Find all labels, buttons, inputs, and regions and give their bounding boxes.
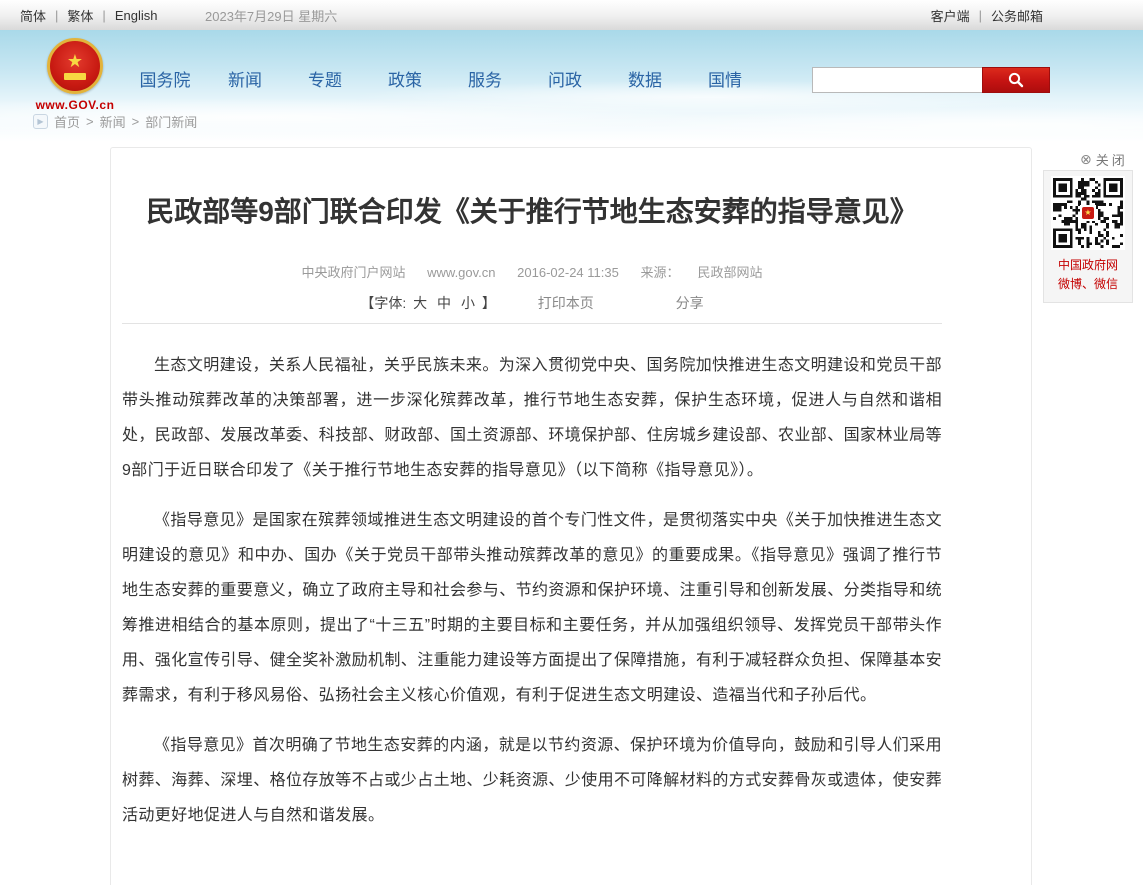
breadcrumb-home[interactable]: 首页 xyxy=(54,112,80,131)
article-meta: 中央政府门户网站 www.gov.cn 2016-02-24 11:35 来源：… xyxy=(122,262,942,281)
font-size-control: 【字体: 大 中 小 】 xyxy=(360,295,499,311)
publish-datetime: 2016-02-24 11:35 xyxy=(517,265,619,280)
divider: | xyxy=(979,8,982,23)
article-title: 民政部等9部门联合印发《关于推行节地生态安葬的指导意见》 xyxy=(122,180,942,243)
main-nav: 国务院 新闻 专题 政策 服务 问政 数据 国情 xyxy=(125,66,765,91)
font-size-suffix: 】 xyxy=(482,295,496,311)
breadcrumb-separator: > xyxy=(132,114,140,129)
qr-center-emblem: ★ xyxy=(1080,205,1096,221)
article-container: 民政部等9部门联合印发《关于推行节地生态安葬的指导意见》 中央政府门户网站 ww… xyxy=(110,147,1032,885)
source-name: 民政部网站 xyxy=(697,265,762,280)
font-size-small-button[interactable]: 小 xyxy=(461,295,475,311)
source-site: 中央政府门户网站 xyxy=(301,265,405,280)
close-label: 关闭 xyxy=(1096,150,1128,169)
current-date: 2023年7月29日 星期六 xyxy=(205,0,337,30)
print-button[interactable]: 打印本页 xyxy=(538,295,594,311)
national-emblem-mini-icon: ★ xyxy=(1082,207,1094,219)
nav-item-policies[interactable]: 政策 xyxy=(365,66,445,91)
language-switcher: 简体 | 繁体 | English xyxy=(20,0,157,30)
nav-item-national-conditions[interactable]: 国情 xyxy=(685,66,765,91)
nav-item-state-council[interactable]: 国务院 xyxy=(125,66,205,91)
top-utility-bar: 简体 | 繁体 | English 2023年7月29日 星期六 客户端 | 公… xyxy=(0,0,1143,31)
title-divider xyxy=(122,323,942,324)
paragraph: 《指导意见》是国家在殡葬领域推进生态文明建设的首个专门性文件，是贯彻落实中央《关… xyxy=(122,503,942,713)
nav-item-news[interactable]: 新闻 xyxy=(205,66,285,91)
breadcrumb-separator: > xyxy=(86,114,94,129)
divider: | xyxy=(55,8,58,23)
breadcrumb-news[interactable]: 新闻 xyxy=(100,112,126,131)
national-emblem-icon: ★ xyxy=(47,38,103,94)
site-header: ★ www.GOV.cn 国务院 新闻 专题 政策 服务 问政 数据 国情 xyxy=(0,30,1143,142)
qr-code: ★ xyxy=(1051,176,1125,250)
gov-logo[interactable]: ★ www.GOV.cn xyxy=(30,38,120,112)
client-app-link[interactable]: 客户端 xyxy=(931,6,970,25)
divider: | xyxy=(102,8,105,23)
share-button[interactable]: 分享 xyxy=(676,295,704,311)
nav-item-interaction[interactable]: 问政 xyxy=(525,66,605,91)
font-size-large-button[interactable]: 大 xyxy=(413,295,427,311)
source-label: 来源： xyxy=(640,265,679,280)
breadcrumb: ▶ 首页 > 新闻 > 部门新闻 xyxy=(33,112,197,131)
paragraph: 生态文明建设，关系人民福祉，关乎民族未来。为深入贯彻党中央、国务院加快推进生态文… xyxy=(122,348,942,488)
lang-simplified-link[interactable]: 简体 xyxy=(20,6,46,25)
breadcrumb-arrow-icon: ▶ xyxy=(33,114,48,129)
search-input[interactable] xyxy=(812,67,982,93)
search-button[interactable] xyxy=(982,67,1050,93)
qr-code-card: ★ 中国政府网 微博、微信 xyxy=(1043,170,1133,303)
emblem-gate-shape xyxy=(64,73,86,80)
article: 民政部等9部门联合印发《关于推行节地生态安葬的指导意见》 中央政府门户网站 ww… xyxy=(122,180,942,833)
lang-english-link[interactable]: English xyxy=(115,8,158,23)
lang-traditional-link[interactable]: 繁体 xyxy=(67,6,93,25)
source-url: www.gov.cn xyxy=(427,265,495,280)
qr-caption-line1: 中国政府网 xyxy=(1044,256,1132,275)
font-size-prefix: 【字体: xyxy=(360,295,406,311)
font-size-medium-button[interactable]: 中 xyxy=(437,295,451,311)
logo-url-text: www.GOV.cn xyxy=(30,98,120,112)
nav-item-data[interactable]: 数据 xyxy=(605,66,685,91)
nav-item-topics[interactable]: 专题 xyxy=(285,66,365,91)
official-mailbox-link[interactable]: 公务邮箱 xyxy=(991,6,1043,25)
close-icon: ⊗ xyxy=(1080,151,1092,168)
article-toolbar: 【字体: 大 中 小 】 打印本页 分享 xyxy=(122,293,942,313)
article-body: 生态文明建设，关系人民福祉，关乎民族未来。为深入贯彻党中央、国务院加快推进生态文… xyxy=(122,348,942,833)
search-box xyxy=(812,67,1050,93)
nav-item-services[interactable]: 服务 xyxy=(445,66,525,91)
close-qr-button[interactable]: ⊗ 关闭 xyxy=(1080,150,1128,169)
star-icon: ★ xyxy=(67,52,83,70)
top-right-links: 客户端 | 公务邮箱 xyxy=(931,0,1043,30)
paragraph: 《指导意见》首次明确了节地生态安葬的内涵，就是以节约资源、保护环境为价值导向，鼓… xyxy=(122,728,942,833)
breadcrumb-dept-news[interactable]: 部门新闻 xyxy=(145,112,197,131)
qr-caption: 中国政府网 微博、微信 xyxy=(1044,256,1132,294)
page: 简体 | 繁体 | English 2023年7月29日 星期六 客户端 | 公… xyxy=(0,0,1143,885)
search-icon xyxy=(1007,71,1025,89)
qr-caption-line2: 微博、微信 xyxy=(1044,275,1132,294)
